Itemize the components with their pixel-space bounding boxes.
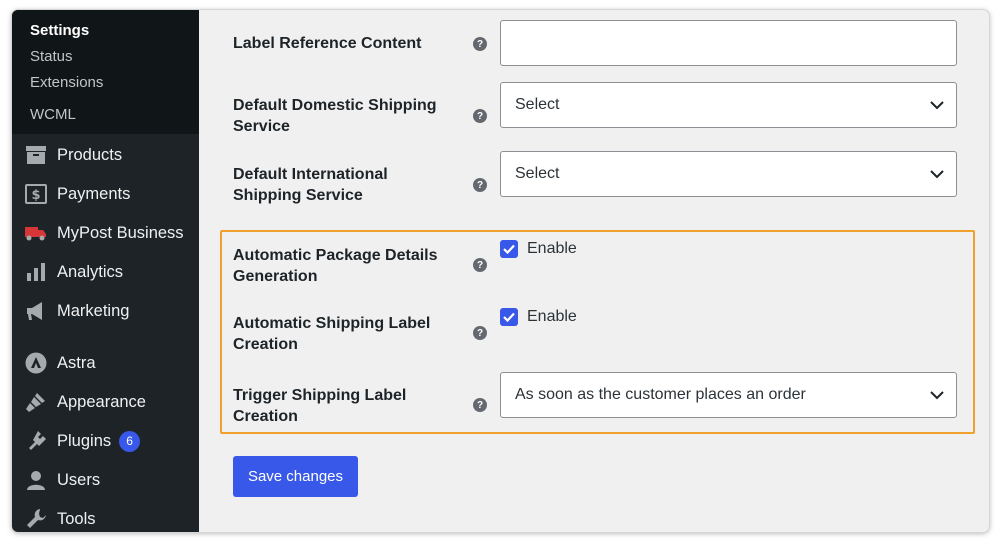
sidebar-item-users[interactable]: Users xyxy=(12,462,199,498)
trigger-label: Trigger Shipping Label Creation xyxy=(233,387,407,425)
international-service-select[interactable]: Select xyxy=(500,151,957,197)
sidebar-item-marketing[interactable]: Marketing xyxy=(12,293,199,329)
plugin-icon xyxy=(25,430,47,452)
auto-package-label: Automatic Package Details Generation xyxy=(233,247,438,285)
domestic-service-label: Default Domestic Shipping Service xyxy=(233,97,437,135)
sidebar-item-plugins[interactable]: Plugins 6 xyxy=(12,423,199,459)
submenu-item-settings[interactable]: Settings xyxy=(12,18,199,44)
select-value: Select xyxy=(515,96,560,113)
checkbox-label: Enable xyxy=(527,240,577,257)
select-value: As soon as the customer places an order xyxy=(515,386,806,403)
select-value: Select xyxy=(515,165,560,182)
checkbox-label: Enable xyxy=(527,308,577,325)
sidebar-item-mypost-business[interactable]: MyPost Business xyxy=(12,215,199,251)
dollar-icon: $ xyxy=(25,183,47,205)
sidebar-item-label: Astra xyxy=(57,353,96,372)
wrench-icon xyxy=(25,508,47,530)
user-icon xyxy=(25,469,47,491)
help-icon[interactable]: ? xyxy=(473,37,487,51)
astra-icon xyxy=(25,352,47,374)
label-reference-input[interactable] xyxy=(500,20,957,66)
submenu-item-status[interactable]: Status xyxy=(12,44,199,70)
sidebar-item-appearance[interactable]: Appearance xyxy=(12,384,199,420)
archive-icon xyxy=(25,144,47,166)
auto-label-label: Automatic Shipping Label Creation xyxy=(233,315,431,353)
auto-package-checkbox[interactable] xyxy=(500,240,518,258)
sidebar-item-label: MyPost Business xyxy=(57,223,184,242)
help-icon[interactable]: ? xyxy=(473,258,487,272)
submenu-item-wcml[interactable]: WCML xyxy=(12,102,199,128)
sidebar-item-label: Analytics xyxy=(57,262,124,281)
auto-label-checkbox-row[interactable]: Enable xyxy=(500,308,577,326)
settings-main: Label Reference Content ? Default Domest… xyxy=(199,10,989,532)
help-icon[interactable]: ? xyxy=(473,109,487,123)
help-icon[interactable]: ? xyxy=(473,178,487,192)
domestic-service-select[interactable]: Select xyxy=(500,82,957,128)
checkmark-icon xyxy=(503,244,515,255)
sidebar-item-label: Marketing xyxy=(57,301,130,320)
sidebar-item-label: Appearance xyxy=(57,392,146,411)
svg-text:$: $ xyxy=(31,188,40,203)
submenu-item-extensions[interactable]: Extensions xyxy=(12,70,199,96)
sidebar-item-label: Plugins xyxy=(57,431,112,450)
megaphone-icon xyxy=(25,300,47,322)
trigger-select[interactable]: As soon as the customer places an order xyxy=(500,372,957,418)
checkmark-icon xyxy=(503,312,515,323)
save-changes-button[interactable]: Save changes xyxy=(233,456,358,497)
sidebar-item-label: Payments xyxy=(57,184,131,203)
paintbrush-icon xyxy=(25,391,47,413)
plugins-update-badge: 6 xyxy=(119,430,141,452)
app-window: Settings Status Extensions WCML Products… xyxy=(12,10,989,532)
admin-sidebar: Settings Status Extensions WCML Products… xyxy=(12,10,199,532)
help-icon[interactable]: ? xyxy=(473,398,487,412)
sidebar-item-analytics[interactable]: Analytics xyxy=(12,254,199,290)
sidebar-item-label: Products xyxy=(57,145,123,164)
sidebar-item-products[interactable]: Products xyxy=(12,137,199,173)
help-icon[interactable]: ? xyxy=(473,326,487,340)
sidebar-item-astra[interactable]: Astra xyxy=(12,345,199,381)
chevron-down-icon xyxy=(930,391,944,400)
chevron-down-icon xyxy=(930,101,944,110)
auto-package-checkbox-row[interactable]: Enable xyxy=(500,240,577,258)
sidebar-item-payments[interactable]: $ Payments xyxy=(12,176,199,212)
auto-label-checkbox[interactable] xyxy=(500,308,518,326)
settings-submenu: Settings Status Extensions WCML xyxy=(12,10,199,134)
bar-chart-icon xyxy=(25,261,47,283)
international-service-label: Default International Shipping Service xyxy=(233,166,388,204)
sidebar-item-tools[interactable]: Tools xyxy=(12,501,199,532)
sidebar-item-label: Users xyxy=(57,470,101,489)
sidebar-item-label: Tools xyxy=(57,509,96,528)
truck-icon xyxy=(25,222,47,244)
chevron-down-icon xyxy=(930,170,944,179)
label-reference-label: Label Reference Content xyxy=(233,35,422,52)
